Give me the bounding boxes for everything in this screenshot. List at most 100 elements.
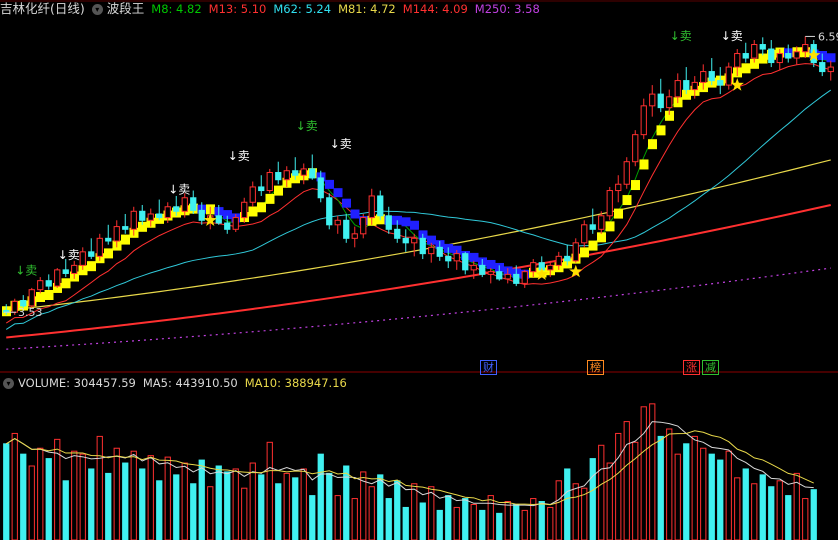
candle-body — [343, 219, 350, 239]
volume-bar — [173, 474, 180, 540]
candle-body — [317, 177, 324, 199]
volume-bar — [164, 456, 171, 540]
candle-body — [419, 237, 426, 255]
candle-body — [717, 80, 724, 86]
volume-bar — [300, 468, 307, 540]
candle-body — [411, 237, 418, 244]
volume-bar — [751, 483, 758, 540]
candle-body — [623, 161, 630, 185]
band-block — [248, 206, 258, 217]
event-badge-reduce[interactable]: 减 — [702, 360, 719, 375]
volume-bar — [572, 483, 579, 540]
candle-body — [266, 172, 273, 192]
ma5-volume-value: MA5: 443910.50 — [142, 376, 238, 390]
volume-bar — [479, 509, 486, 540]
band-block — [342, 198, 351, 208]
volume-bar — [640, 406, 647, 540]
ma81-value: M81: 4.72 — [338, 2, 396, 16]
stock-title[interactable]: 吉林化纤(日线) — [0, 0, 85, 18]
volume-bar — [37, 447, 44, 540]
volume-bar — [317, 453, 324, 540]
candle-body — [164, 206, 171, 219]
volume-bar — [657, 435, 664, 540]
candle-body — [224, 222, 231, 230]
candle-body — [258, 186, 265, 192]
volume-bar — [428, 486, 435, 540]
volume-bar — [122, 462, 129, 540]
candle-body — [198, 209, 205, 221]
candle-body — [666, 96, 673, 109]
volume-bar — [394, 480, 401, 540]
volume-bar — [538, 501, 545, 540]
candle-body — [496, 271, 503, 280]
volume-bar — [88, 468, 95, 540]
volume-bar — [470, 503, 477, 540]
candle-body — [487, 271, 494, 275]
candle-body — [300, 168, 307, 176]
volume-bar — [759, 474, 766, 540]
chevron-down-icon[interactable]: ▾ — [3, 377, 14, 389]
event-badge-ranking[interactable]: 榜 — [587, 360, 604, 375]
volume-bar — [776, 480, 783, 540]
candle-body — [768, 48, 775, 64]
volume-bar — [462, 498, 469, 540]
volume-bar — [241, 487, 248, 540]
volume-bar — [802, 498, 809, 540]
candle-body — [504, 273, 511, 280]
candle-body — [683, 80, 690, 91]
candle-body — [173, 206, 180, 212]
volume-bar — [581, 487, 588, 540]
candle-body — [283, 170, 290, 181]
band-block — [605, 221, 615, 232]
volume-bar — [725, 450, 732, 540]
volume-bar — [20, 453, 27, 540]
candle-body — [598, 215, 605, 230]
volume-bar — [147, 455, 154, 540]
main-indicator-header: 吉林化纤(日线) ▾ 波段王 M8: 4.82 M13: 5.10 M62: 5… — [0, 0, 547, 18]
volume-bar — [45, 458, 52, 540]
sell-signal-label: ↓卖 — [228, 149, 250, 163]
band-block — [121, 234, 130, 245]
candle-body — [640, 105, 647, 136]
event-badge-rise[interactable]: 涨 — [683, 360, 700, 375]
event-badge-finance[interactable]: 财 — [480, 360, 497, 375]
volume-bar — [513, 503, 520, 540]
band-block — [44, 290, 54, 301]
sell-signal-label: ↓卖 — [296, 119, 318, 133]
price-low-label: 3.53 — [18, 306, 43, 319]
candle-body — [708, 71, 715, 82]
candle-body — [513, 273, 520, 284]
volume-bar — [79, 453, 86, 540]
sell-signal-label: ↓卖 — [15, 263, 37, 277]
band-block — [639, 159, 649, 170]
candle-body — [776, 53, 783, 64]
candle-body — [20, 300, 27, 307]
candle-body — [785, 53, 792, 59]
volume-bar — [810, 489, 817, 540]
volume-bar — [156, 480, 163, 540]
candle-body — [181, 197, 188, 212]
indicator-name[interactable]: 波段王 — [107, 0, 145, 18]
candle-body — [802, 44, 809, 53]
volume-bar — [351, 498, 358, 540]
candle-body — [334, 219, 341, 226]
volume-bar — [283, 472, 290, 540]
candle-body — [470, 264, 477, 271]
candle-body — [45, 280, 52, 287]
band-block — [87, 261, 96, 272]
candlestick-chart[interactable]: ↓卖 ↓卖 ↓卖 ↓卖 ↓卖 ↓卖 ↓卖 ↓卖 6.59 3.53 — [0, 0, 838, 540]
candle-body — [37, 280, 44, 291]
candle-body — [309, 168, 316, 179]
band-block — [333, 188, 343, 198]
candle-body — [691, 81, 698, 91]
volume-bar — [198, 459, 205, 540]
volume-bar — [666, 428, 673, 540]
band-block — [104, 248, 113, 259]
volume-value: VOLUME: 304457.59 — [18, 376, 136, 390]
chevron-down-icon[interactable]: ▾ — [91, 3, 103, 15]
candle-body — [734, 53, 741, 68]
candle-body — [827, 66, 834, 73]
sell-signal-label: ↓卖 — [670, 29, 692, 43]
ma62-line — [5, 89, 832, 330]
candle-body — [521, 271, 528, 284]
